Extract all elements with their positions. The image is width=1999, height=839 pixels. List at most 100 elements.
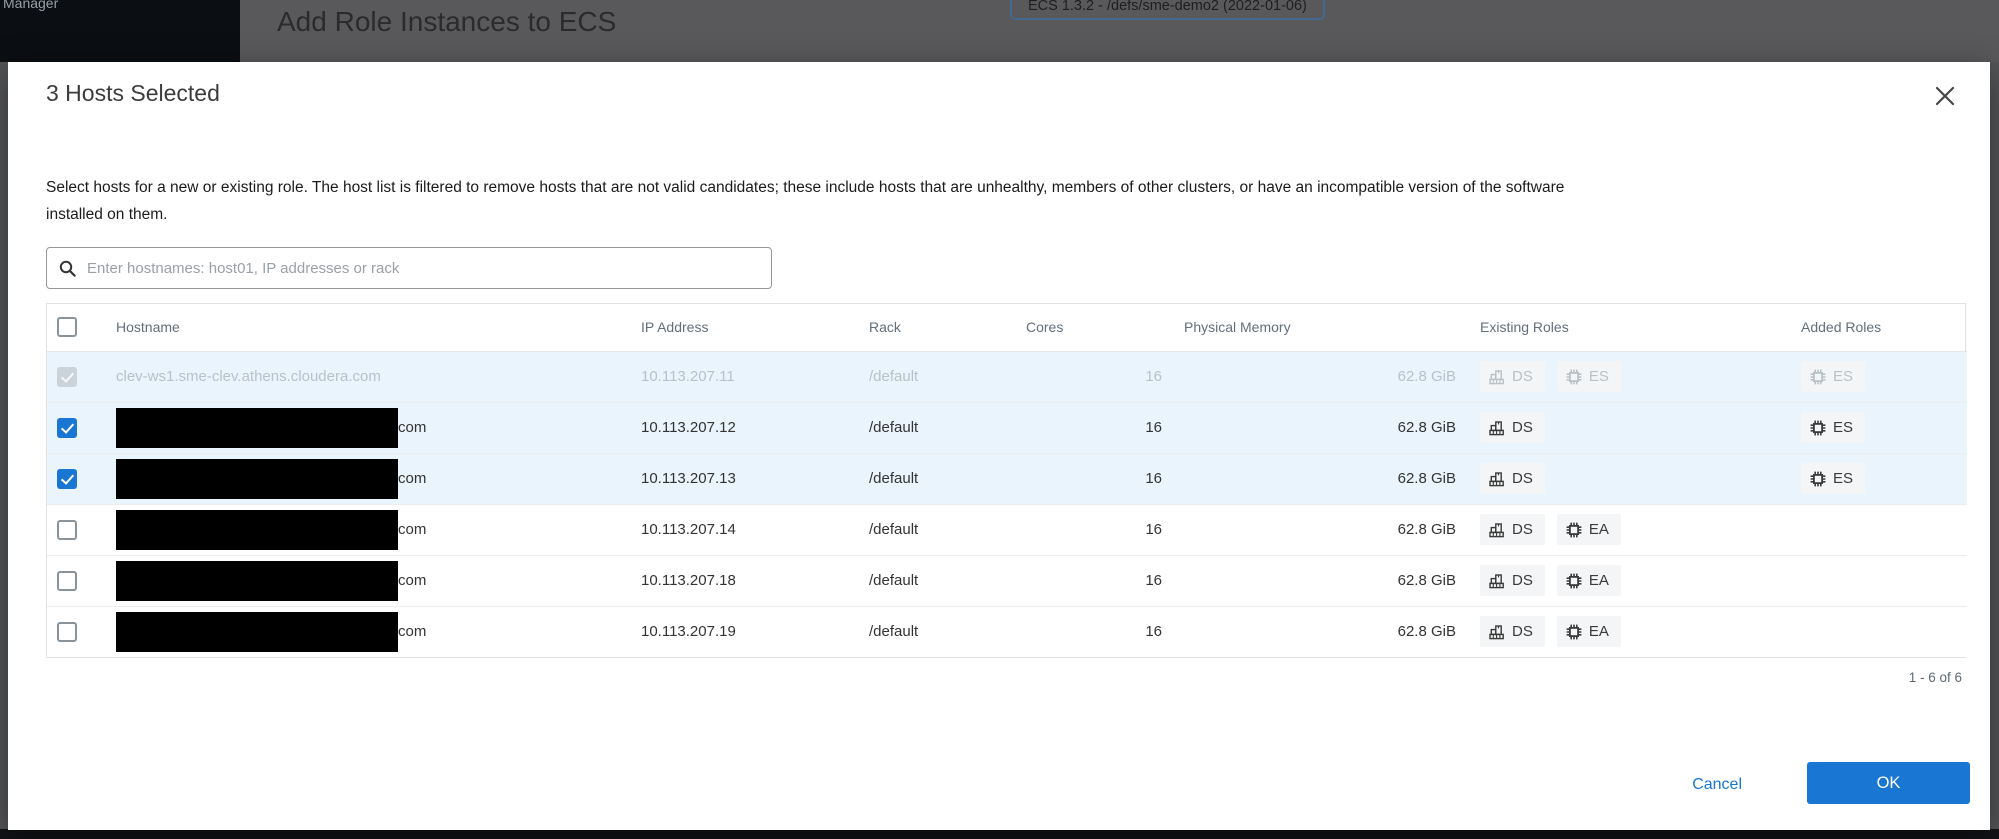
chip-icon	[1566, 522, 1582, 538]
role-badge-es: ES	[1801, 361, 1865, 392]
sidebar-brand-label: Manager	[3, 0, 58, 11]
redaction-box	[116, 459, 398, 499]
cores: 16	[1026, 402, 1184, 453]
chip-icon	[1566, 369, 1582, 385]
table-row[interactable]: clev-ws1.sme-clev.athens.cloudera.com 10…	[47, 351, 1967, 402]
added-roles: ES	[1801, 453, 1967, 504]
select-all-checkbox[interactable]	[57, 317, 77, 337]
column-header-rack: Rack	[869, 304, 1026, 351]
column-header-memory: Physical Memory	[1184, 304, 1464, 351]
container-stack-icon	[1489, 522, 1505, 538]
role-badge-label: ES	[1833, 470, 1853, 487]
physical-memory: 62.8 GiB	[1184, 606, 1464, 657]
column-header-hostname: Hostname	[116, 304, 641, 351]
cluster-version-badge: ECS 1.3.2 - /defs/sme-demo2 (2022-01-06)	[1010, 0, 1325, 20]
table-row[interactable]: com 10.113.207.12 /default 16 62.8 GiB D…	[47, 402, 1967, 453]
rack: /default	[869, 504, 1026, 555]
role-badge-label: ES	[1589, 368, 1609, 385]
existing-roles: DS ES	[1464, 351, 1801, 402]
chip-icon	[1810, 420, 1826, 436]
role-badge-label: DS	[1512, 419, 1533, 436]
table-row[interactable]: com 10.113.207.13 /default 16 62.8 GiB D…	[47, 453, 1967, 504]
physical-memory: 62.8 GiB	[1184, 453, 1464, 504]
host-search-box	[46, 247, 772, 289]
added-roles	[1801, 606, 1967, 657]
ip-address: 10.113.207.18	[641, 555, 869, 606]
container-stack-icon	[1489, 573, 1505, 589]
container-stack-icon	[1489, 420, 1505, 436]
column-header-existing-roles: Existing Roles	[1464, 304, 1801, 351]
container-stack-icon	[1489, 624, 1505, 640]
role-badge-label: ES	[1833, 368, 1853, 385]
rack: /default	[869, 351, 1026, 402]
row-checkbox[interactable]	[57, 571, 77, 591]
search-icon	[59, 260, 76, 277]
hostname: com	[398, 521, 426, 538]
role-badge-ds: DS	[1480, 463, 1545, 494]
column-header-ip: IP Address	[641, 304, 869, 351]
table-row[interactable]: com 10.113.207.14 /default 16 62.8 GiB D…	[47, 504, 1967, 555]
hostname: com	[398, 572, 426, 589]
search-input[interactable]	[85, 259, 759, 278]
role-badge-label: DS	[1512, 572, 1533, 589]
role-badge-label: DS	[1512, 368, 1533, 385]
cores: 16	[1026, 555, 1184, 606]
added-roles	[1801, 555, 1967, 606]
table-row[interactable]: com 10.113.207.19 /default 16 62.8 GiB D…	[47, 606, 1967, 657]
hostname: com	[398, 419, 426, 436]
existing-roles: DS EA	[1464, 555, 1801, 606]
select-hosts-modal: 3 Hosts Selected Select hosts for a new …	[8, 62, 1990, 830]
ip-address: 10.113.207.14	[641, 504, 869, 555]
redaction-box	[116, 561, 398, 601]
row-checkbox[interactable]	[57, 520, 77, 540]
ip-address: 10.113.207.11	[641, 351, 869, 402]
hostname: com	[398, 623, 426, 640]
close-icon[interactable]	[1932, 84, 1958, 110]
role-badge-ea: EA	[1557, 514, 1621, 545]
redaction-box	[116, 510, 398, 550]
role-badge-es: ES	[1801, 412, 1865, 443]
role-badge-label: DS	[1512, 623, 1533, 640]
cancel-button[interactable]: Cancel	[1692, 776, 1742, 794]
cores: 16	[1026, 351, 1184, 402]
description-line: installed on them.	[46, 201, 1564, 228]
physical-memory: 62.8 GiB	[1184, 555, 1464, 606]
existing-roles: DS EA	[1464, 606, 1801, 657]
pagination-label: 1 - 6 of 6	[1909, 670, 1962, 685]
added-roles: ES	[1801, 402, 1967, 453]
physical-memory: 62.8 GiB	[1184, 402, 1464, 453]
ip-address: 10.113.207.13	[641, 453, 869, 504]
role-badge-label: ES	[1833, 419, 1853, 436]
role-badge-ds: DS	[1480, 361, 1545, 392]
table-header-row: Hostname IP Address Rack Cores Physical …	[47, 304, 1967, 351]
row-checkbox[interactable]	[57, 469, 77, 489]
container-stack-icon	[1489, 369, 1505, 385]
cores: 16	[1026, 453, 1184, 504]
role-badge-label: DS	[1512, 521, 1533, 538]
chip-icon	[1810, 471, 1826, 487]
ip-address: 10.113.207.12	[641, 402, 869, 453]
ok-button[interactable]: OK	[1807, 762, 1970, 804]
role-badge-ds: DS	[1480, 412, 1545, 443]
existing-roles: DS	[1464, 453, 1801, 504]
row-checkbox[interactable]	[57, 418, 77, 438]
page-title: Add Role Instances to ECS	[277, 6, 616, 38]
column-header-added-roles: Added Roles	[1801, 304, 1967, 351]
role-badge-ea: EA	[1557, 616, 1621, 647]
rack: /default	[869, 453, 1026, 504]
container-stack-icon	[1489, 471, 1505, 487]
description-line: Select hosts for a new or existing role.…	[46, 174, 1564, 201]
modal-title: 3 Hosts Selected	[46, 80, 220, 107]
role-badge-label: EA	[1589, 521, 1609, 538]
rack: /default	[869, 555, 1026, 606]
table-row[interactable]: com 10.113.207.18 /default 16 62.8 GiB D…	[47, 555, 1967, 606]
role-badge-es: ES	[1801, 463, 1865, 494]
row-checkbox[interactable]	[57, 622, 77, 642]
row-checkbox	[57, 367, 77, 387]
page-header-dimmed: Manager Add Role Instances to ECS ECS 1.…	[0, 0, 1999, 62]
role-badge-label: EA	[1589, 572, 1609, 589]
app-sidebar: Manager	[0, 0, 240, 62]
added-roles: ES	[1801, 351, 1967, 402]
chip-icon	[1566, 573, 1582, 589]
chip-icon	[1810, 369, 1826, 385]
